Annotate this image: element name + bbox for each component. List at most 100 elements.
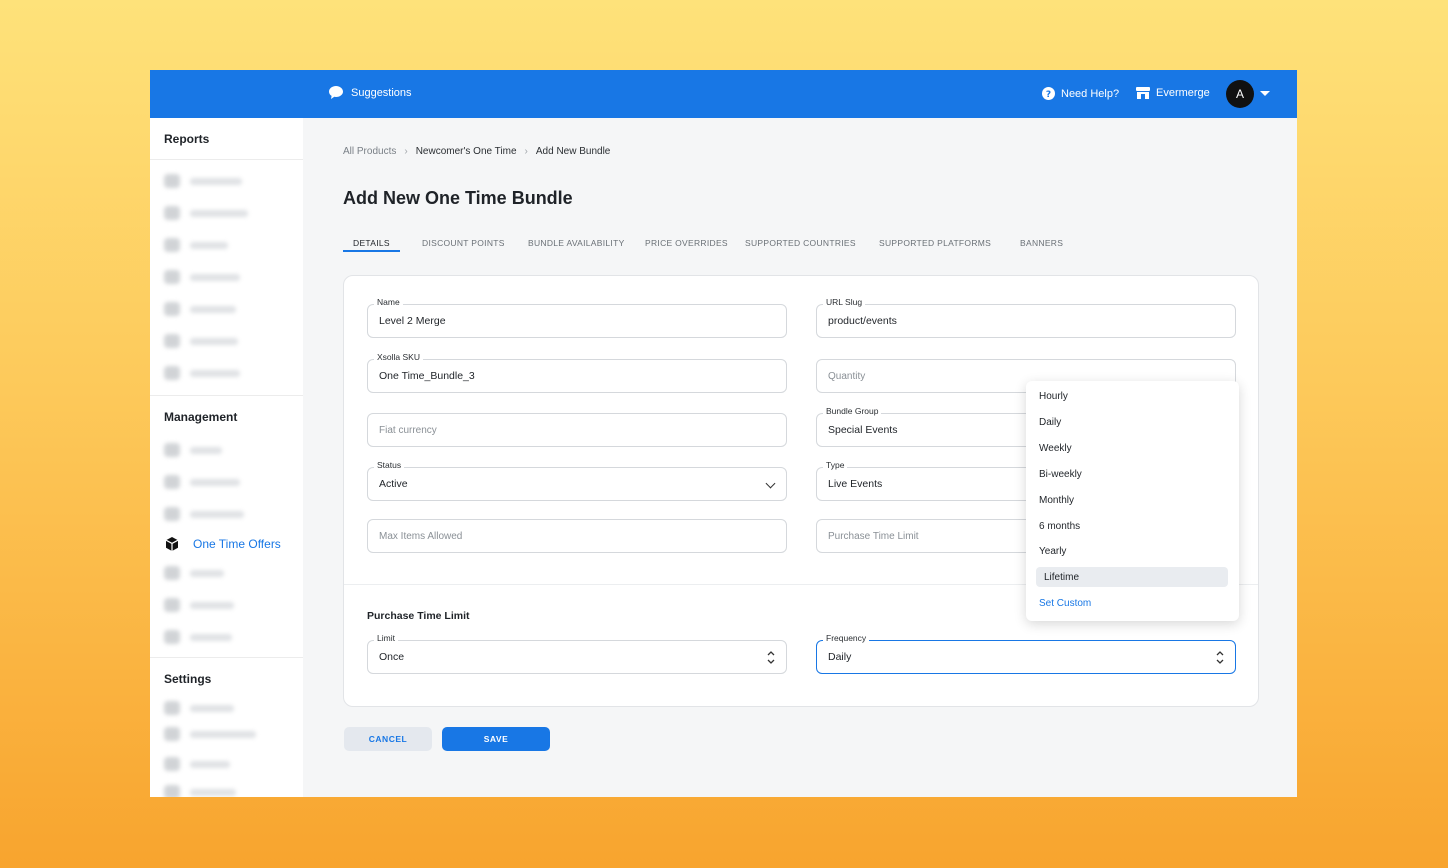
sidebar-divider [150,159,303,160]
sidebar-item-blurred[interactable] [164,630,232,644]
sidebar-item-blurred[interactable] [164,757,230,771]
help-label: Need Help? [1061,87,1120,100]
avatar[interactable]: A [1226,80,1254,108]
account-caret-icon[interactable] [1260,91,1270,96]
svg-text:?: ? [1046,90,1051,100]
max-items-field[interactable]: Max Items Allowed [367,519,787,553]
top-bar: Suggestions ? Need Help? Evermerge A [150,70,1297,118]
chat-bubble-icon [329,86,343,99]
active-tab-indicator [343,250,400,252]
suggestions-link[interactable]: Suggestions [328,85,412,100]
up-down-chevron-icon [1216,651,1224,664]
breadcrumb-item[interactable]: All Products [343,146,396,157]
frequency-option-highlighted[interactable]: Lifetime [1044,572,1079,583]
sidebar-item-one-time-offers[interactable]: One Time Offers [164,536,281,552]
sidebar-item-blurred[interactable] [164,598,234,612]
sidebar-item-blurred[interactable] [164,701,234,715]
sidebar-item-blurred[interactable] [164,302,236,316]
sidebar-item-blurred[interactable] [164,334,238,348]
field-placeholder: Quantity [828,371,866,382]
app-window: Suggestions ? Need Help? Evermerge A Rep… [150,70,1297,797]
name-field[interactable]: Name Level 2 Merge [367,297,787,338]
set-custom-link[interactable]: Set Custom [1039,598,1091,609]
frequency-option[interactable]: Monthly [1039,495,1074,506]
chevron-right-icon: › [404,146,408,157]
sidebar-divider [150,395,303,396]
field-value: Once [379,651,405,663]
sidebar-section-reports: Reports [164,132,210,146]
tab-banners[interactable]: BANNERS [1020,238,1063,248]
cancel-button[interactable]: CANCEL [344,727,432,751]
sidebar-item-blurred[interactable] [164,727,256,741]
sidebar-item-blurred[interactable] [164,206,248,220]
field-label: Bundle Group [823,406,882,416]
sidebar-item-blurred[interactable] [164,366,240,380]
field-label: Limit [374,633,398,643]
page-title: Add New One Time Bundle [343,188,573,208]
breadcrumb: All Products › Newcomer's One Time › Add… [343,146,610,157]
suggestions-label: Suggestions [351,86,412,99]
breadcrumb-current: Add New Bundle [535,146,611,157]
field-value: One Time_Bundle_3 [379,370,475,382]
help-circle-icon: ? [1042,87,1055,100]
frequency-option[interactable]: Weekly [1039,443,1072,454]
save-button[interactable]: SAVE [442,727,550,751]
field-label: Xsolla SKU [374,352,423,362]
sidebar-item-blurred[interactable] [164,238,228,252]
field-label: Name [374,297,403,307]
sidebar-item-label: One Time Offers [193,537,281,551]
field-label: Type [823,460,848,470]
sidebar-divider [150,657,303,658]
sidebar: Reports Management One Time Offers Setti… [150,118,303,797]
field-placeholder: Fiat currency [379,425,437,436]
tab-details[interactable]: DETAILS [353,238,390,248]
chevron-right-icon: › [524,146,528,157]
tab-discount-points[interactable]: DISCOUNT POINTS [422,238,505,248]
need-help-link[interactable]: ? Need Help? [1042,87,1119,100]
frequency-option[interactable]: 6 months [1039,521,1080,532]
sidebar-item-blurred[interactable] [164,443,222,457]
sidebar-item-blurred[interactable] [164,785,236,797]
chevron-down-icon [765,478,776,489]
sidebar-item-blurred[interactable] [164,507,244,521]
frequency-option[interactable]: Hourly [1039,391,1068,402]
tab-supported-platforms[interactable]: SUPPORTED PLATFORMS [879,238,991,248]
sidebar-item-blurred[interactable] [164,270,240,284]
store-icon [1136,87,1150,99]
status-select[interactable]: Status Active [367,460,787,501]
tab-supported-countries[interactable]: SUPPORTED COUNTRIES [745,238,856,248]
frequency-dropdown-menu: Hourly Daily Weekly Bi-weekly Monthly 6 … [1026,381,1239,621]
field-value: Daily [828,651,852,663]
sidebar-item-blurred[interactable] [164,475,240,489]
up-down-chevron-icon [767,651,775,664]
fiat-currency-field[interactable]: Fiat currency [367,413,787,447]
tab-price-overrides[interactable]: PRICE OVERRIDES [645,238,728,248]
field-placeholder: Max Items Allowed [379,531,463,542]
sidebar-section-management: Management [164,410,238,424]
breadcrumb-item[interactable]: Newcomer's One Time [416,146,517,157]
field-placeholder: Purchase Time Limit [828,531,919,542]
limit-select[interactable]: Limit Once [367,633,787,674]
org-name: Evermerge [1156,87,1210,99]
field-value: product/events [828,315,897,327]
frequency-select[interactable]: Frequency Daily [816,633,1236,674]
field-label: Frequency [823,633,870,643]
frequency-option[interactable]: Daily [1039,417,1061,428]
field-value: Level 2 Merge [379,315,446,327]
avatar-letter: A [1235,87,1244,101]
field-value: Special Events [828,424,898,436]
tab-bundle-availability[interactable]: BUNDLE AVAILABILITY [528,238,625,248]
field-value: Active [379,478,408,490]
field-label: URL Slug [823,297,866,307]
url-slug-field[interactable]: URL Slug product/events [816,297,1236,338]
sidebar-item-blurred[interactable] [164,566,224,580]
purchase-section-title: Purchase Time Limit [367,610,470,622]
sidebar-item-blurred[interactable] [164,174,242,188]
xsolla-sku-field[interactable]: Xsolla SKU One Time_Bundle_3 [367,352,787,393]
field-label: Status [374,460,405,470]
sidebar-section-settings: Settings [164,672,212,686]
org-switcher[interactable]: Evermerge [1136,87,1210,99]
frequency-option[interactable]: Bi-weekly [1039,469,1082,480]
frequency-option[interactable]: Yearly [1039,546,1066,557]
cube-icon [165,537,179,551]
